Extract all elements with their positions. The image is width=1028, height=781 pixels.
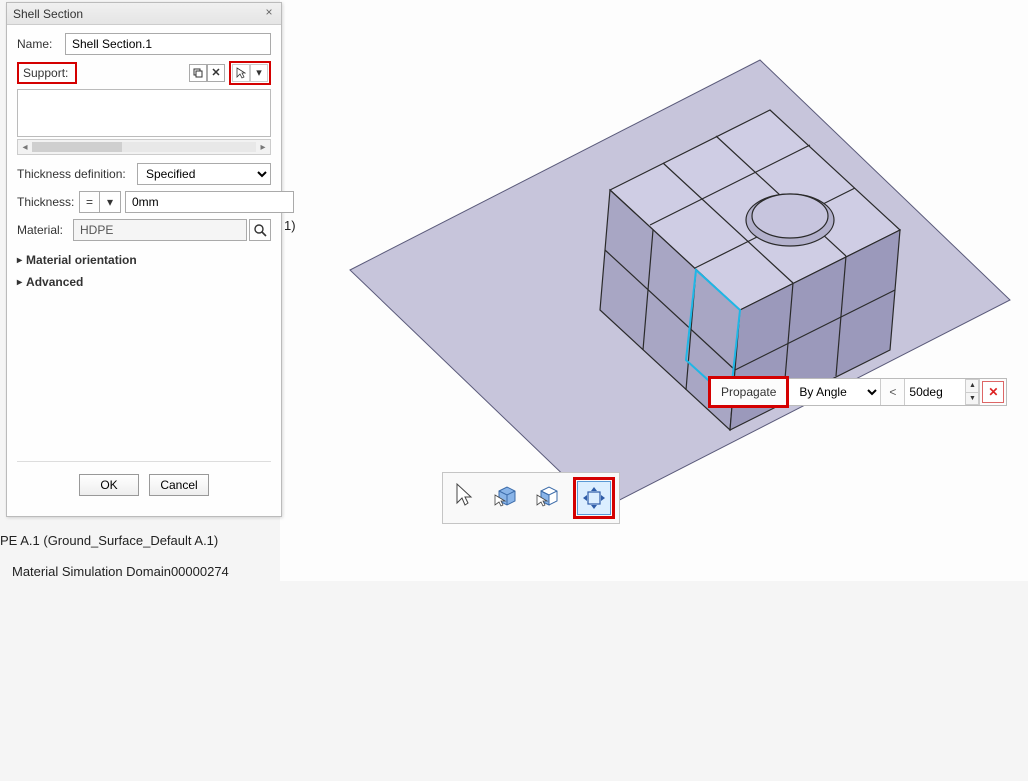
thickness-label: Thickness:: [17, 195, 79, 209]
material-label: Material:: [17, 223, 73, 237]
propagate-mode-select[interactable]: By Angle: [789, 379, 881, 405]
select-cube-tool[interactable]: [489, 477, 523, 511]
propagate-toolbar: Propagate By Angle < ▲ ▼ ✕: [710, 378, 1007, 406]
dialog-footer: OK Cancel: [17, 461, 271, 506]
support-label: Support:: [17, 62, 77, 84]
viewport-svg: [280, 0, 1028, 581]
name-input[interactable]: [65, 33, 271, 55]
annotation-suffix: 1): [284, 218, 296, 233]
select-face-tool[interactable]: [531, 477, 565, 511]
cancel-button[interactable]: Cancel: [149, 474, 209, 496]
dialog-title-bar[interactable]: Shell Section ×: [7, 3, 281, 25]
material-search-icon[interactable]: [249, 219, 271, 241]
support-listbox[interactable]: [17, 89, 271, 137]
dialog-body: Name: Support: ✕ ▾ ◂: [7, 25, 281, 516]
thickness-input[interactable]: [125, 191, 294, 213]
propagate-tool[interactable]: [577, 481, 611, 515]
annotation-line2: PE A.1 (Ground_Surface_Default A.1): [0, 533, 218, 548]
spin-up-icon[interactable]: ▲: [965, 379, 979, 392]
spin-down-icon[interactable]: ▼: [965, 392, 979, 405]
thickness-def-select[interactable]: Specified: [137, 163, 271, 185]
advanced-expander[interactable]: ▸ Advanced: [17, 269, 271, 291]
equals-icon[interactable]: =: [80, 192, 100, 212]
scroll-left-icon[interactable]: ◂: [18, 142, 32, 153]
material-field: [73, 219, 247, 241]
material-orientation-expander[interactable]: ▸ Material orientation: [17, 247, 271, 269]
thickness-def-label: Thickness definition:: [17, 167, 137, 181]
propagate-close-icon[interactable]: ✕: [982, 381, 1004, 403]
support-scrollbar[interactable]: ◂ ▸: [17, 139, 271, 155]
propagate-value-input[interactable]: [905, 379, 965, 405]
propagate-tool-highlight: [573, 477, 615, 519]
scroll-thumb[interactable]: [32, 142, 122, 152]
selection-toolbar: [442, 472, 620, 524]
annotation-line3: Material Simulation Domain00000274: [12, 564, 229, 579]
propagate-operator: <: [881, 379, 905, 405]
close-icon[interactable]: ×: [261, 5, 277, 21]
propagate-spinner[interactable]: ▲ ▼: [965, 379, 980, 405]
ok-button[interactable]: OK: [79, 474, 139, 496]
support-popout-icon[interactable]: [189, 64, 207, 82]
selection-cursor-icon[interactable]: [232, 64, 250, 82]
propagate-button[interactable]: Propagate: [708, 376, 789, 408]
chevron-right-icon: ▸: [17, 277, 22, 288]
name-label: Name:: [17, 37, 65, 51]
scroll-right-icon[interactable]: ▸: [256, 142, 270, 153]
viewport[interactable]: [280, 0, 1028, 581]
thickness-mode-toggle[interactable]: = ▾: [79, 191, 121, 213]
shell-section-dialog: Shell Section × Name: Support: ✕ ▾: [6, 2, 282, 517]
mode-dropdown-icon[interactable]: ▾: [100, 192, 120, 212]
chevron-right-icon: ▸: [17, 255, 22, 266]
select-arrow-tool[interactable]: [447, 477, 481, 511]
dialog-title-text: Shell Section: [13, 7, 83, 21]
selection-picker-highlight: ▾: [229, 61, 271, 85]
selection-dropdown-icon[interactable]: ▾: [250, 64, 268, 82]
support-clear-icon[interactable]: ✕: [207, 64, 225, 82]
